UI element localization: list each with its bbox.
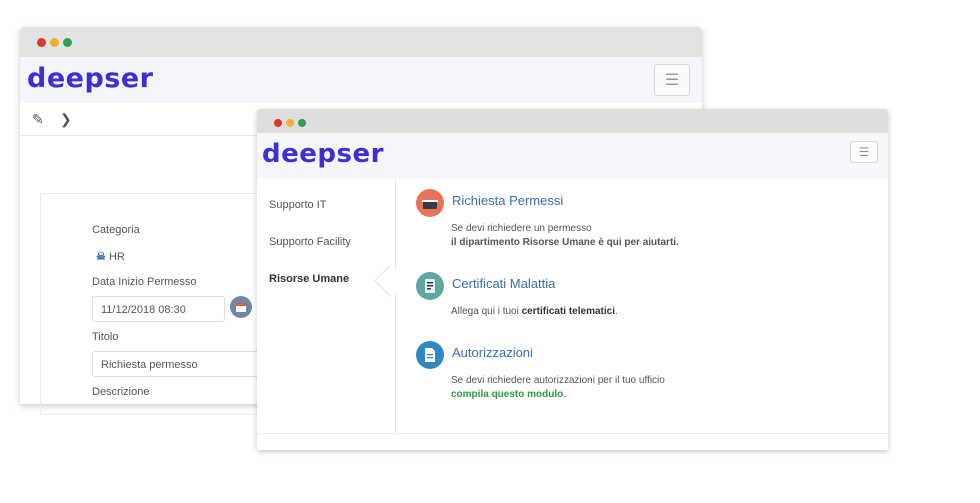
service-highlight[interactable]: il dipartimento Risorse Umane è qui per … — [451, 237, 679, 248]
maximize-window-dot[interactable] — [63, 38, 72, 47]
title-label: Titolo — [92, 331, 119, 343]
window-titlebar — [20, 27, 702, 57]
service-title[interactable]: Autorizzazioni — [452, 345, 533, 360]
chevron-down-icon[interactable]: ❯ — [60, 111, 72, 128]
service-description: Se devi richiedere un permesso — [451, 223, 592, 234]
medical-certificate-icon — [416, 272, 444, 300]
minimize-window-dot[interactable] — [50, 38, 59, 47]
category-value: HR — [108, 251, 125, 263]
description-label: Descrizione — [92, 386, 150, 398]
people-icon: ☠ — [96, 251, 106, 263]
description-suffix: . — [614, 306, 618, 317]
close-window-dot[interactable] — [274, 119, 282, 127]
maximize-window-dot[interactable] — [298, 119, 306, 127]
close-window-dot[interactable] — [37, 38, 46, 47]
app-header: deepser ☰ — [20, 57, 702, 103]
sidebar-item-supporto-facility[interactable]: Supporto Facility — [269, 236, 351, 248]
calendar-icon[interactable] — [230, 296, 252, 318]
hamburger-icon: ☰ — [664, 72, 680, 89]
sidebar-item-risorse-umane[interactable]: Risorse Umane — [269, 273, 349, 285]
front-browser-window: deepser ☰ Supporto IT Supporto Facility … — [257, 109, 888, 450]
start-date-input[interactable]: 11/12/2018 08:30 — [92, 296, 225, 322]
service-description: Allega qui i tuoi certificati telematici… — [451, 306, 618, 317]
highlight-suffix: . — [563, 389, 567, 400]
sidebar-item-supporto-it[interactable]: Supporto IT — [269, 199, 326, 211]
start-date-label: Data Inizio Permesso — [92, 276, 197, 288]
window-bottom-bar — [257, 433, 888, 450]
title-input[interactable]: Richiesta permesso — [92, 351, 277, 377]
service-title[interactable]: Certificati Malattia — [452, 276, 555, 291]
edit-icon[interactable]: ✎ — [32, 111, 44, 128]
description-highlight[interactable]: certificati telematici — [522, 306, 615, 317]
category-label: Categoria — [92, 224, 140, 236]
deepser-logo[interactable]: deepser — [262, 139, 384, 169]
service-description: Se devi richiedere autorizzazioni per il… — [451, 375, 665, 386]
window-titlebar — [257, 109, 888, 133]
hamburger-icon: ☰ — [858, 145, 870, 159]
app-header: deepser ☰ — [257, 133, 888, 179]
service-highlight[interactable]: compila questo modulo — [451, 389, 563, 400]
deepser-logo[interactable]: deepser — [27, 63, 153, 94]
hamburger-menu-button[interactable]: ☰ — [654, 64, 690, 96]
description-prefix: Allega qui i tuoi — [451, 306, 522, 317]
document-icon — [416, 341, 444, 369]
service-highlight-line: compila questo modulo. — [451, 389, 566, 400]
hamburger-menu-button[interactable]: ☰ — [850, 141, 878, 163]
service-title[interactable]: Richiesta Permessi — [452, 193, 563, 208]
minimize-window-dot[interactable] — [286, 119, 294, 127]
category-sidebar: Supporto IT Supporto Facility Risorse Um… — [257, 179, 396, 434]
basket-icon — [416, 189, 444, 217]
